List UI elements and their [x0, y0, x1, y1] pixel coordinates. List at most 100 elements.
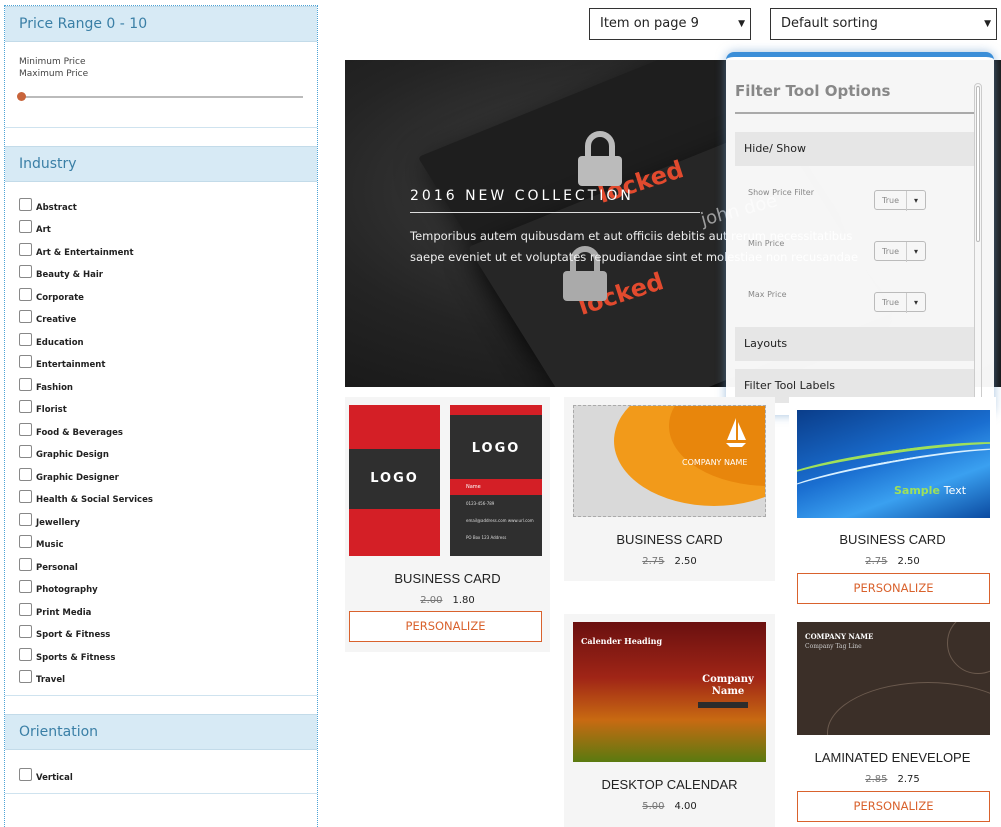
industry-option[interactable]: Food & Beverages — [19, 415, 303, 438]
checkbox[interactable] — [19, 467, 32, 481]
product-card[interactable]: Calender Heading Company Name DESKTOP CAL… — [564, 614, 775, 827]
industry-option[interactable]: Fashion — [19, 370, 303, 393]
product-name[interactable]: BUSINESS CARD — [564, 532, 775, 547]
orientation-option[interactable]: Vertical — [19, 760, 303, 783]
industry-option[interactable]: Beauty & Hair — [19, 258, 303, 280]
checkbox[interactable] — [19, 242, 32, 256]
filter-panel-scrollbar[interactable] — [974, 83, 982, 403]
show-price-filter-select[interactable]: True ▾ — [874, 190, 926, 211]
checkbox[interactable] — [19, 580, 32, 593]
filter-panel-divider — [735, 112, 974, 114]
personalize-button[interactable]: PERSONALIZE — [797, 791, 990, 822]
checkbox[interactable] — [19, 197, 32, 211]
checkbox[interactable] — [19, 602, 32, 616]
checkbox[interactable] — [19, 625, 32, 638]
product-price: 2.85 2.75 — [789, 774, 996, 785]
sailboat-icon — [726, 418, 746, 447]
personalize-button[interactable]: PERSONALIZE — [797, 573, 990, 604]
product-name[interactable]: BUSINESS CARD — [789, 532, 996, 547]
checkbox[interactable] — [19, 557, 32, 571]
filter-tool-options-panel: Filter Tool Options Hide/ Show Show Pric… — [726, 52, 994, 415]
orientation-title: Orientation — [5, 714, 317, 750]
checkbox[interactable] — [19, 422, 32, 436]
checkbox[interactable] — [19, 670, 32, 683]
product-price: 2.00 1.80 — [345, 595, 550, 606]
price-slider[interactable] — [17, 92, 303, 102]
industry-option[interactable]: Education — [19, 325, 303, 348]
industry-option[interactable]: Creative — [19, 303, 303, 325]
old-price: 2.75 — [642, 556, 665, 567]
product-thumbnail[interactable]: Calender Heading Company Name — [573, 622, 766, 762]
min-price-label: Min Price — [748, 239, 785, 248]
product-thumbnail[interactable]: LOGO Name 0123-456-789 email@address.com… — [450, 405, 542, 556]
calendar-heading: Calender Heading — [581, 636, 663, 646]
checkbox[interactable] — [19, 490, 32, 503]
product-thumbnail[interactable]: COMPANY NAME — [573, 405, 766, 517]
sorting-select[interactable]: Default sorting ▼ — [770, 8, 997, 40]
maximum-price-label: Maximum Price — [19, 69, 89, 79]
industry-option[interactable]: Art — [19, 213, 303, 235]
checkbox[interactable] — [19, 377, 32, 391]
checkbox[interactable] — [19, 355, 32, 368]
product-name[interactable]: DESKTOP CALENDAR — [564, 777, 775, 792]
old-price: 2.85 — [865, 774, 888, 785]
product-price: 2.75 2.50 — [789, 556, 996, 567]
checkbox[interactable] — [19, 287, 32, 301]
industry-option[interactable]: Music — [19, 528, 303, 550]
industry-option[interactable]: Graphic Design — [19, 438, 303, 460]
items-per-page-select[interactable]: Item on page 9 ▼ — [589, 8, 751, 40]
checkbox[interactable] — [19, 535, 32, 548]
industry-option[interactable]: Art & Entertainment — [19, 235, 303, 258]
industry-option[interactable]: Health & Social Services — [19, 483, 303, 505]
checkbox[interactable] — [19, 512, 32, 526]
checkbox[interactable] — [19, 445, 32, 458]
checkbox[interactable] — [19, 767, 32, 781]
product-name[interactable]: BUSINESS CARD — [345, 571, 550, 586]
product-card[interactable]: LOGO LOGO Name 0123-456-789 email@addres… — [345, 397, 550, 652]
industry-option[interactable]: Abstract — [19, 190, 303, 213]
product-price: 2.75 2.50 — [564, 556, 775, 567]
product-thumbnail[interactable]: COMPANY NAME Company Tag Line — [797, 622, 990, 735]
max-price-select[interactable]: True ▾ — [874, 292, 926, 313]
hide-show-section[interactable]: Hide/ Show — [735, 132, 974, 166]
scrollbar-thumb[interactable] — [976, 86, 980, 242]
industry-option[interactable]: Sports & Fitness — [19, 640, 303, 663]
personalize-button[interactable]: PERSONALIZE — [349, 611, 542, 642]
product-card[interactable]: Sample Text BUSINESS CARD 2.75 2.50 PERSO… — [789, 397, 996, 609]
checkbox[interactable] — [19, 400, 32, 413]
card-name: Name — [450, 479, 542, 495]
product-card[interactable]: COMPANY NAME Company Tag Line LAMINATED … — [789, 614, 996, 827]
logo-text: LOGO — [471, 441, 521, 456]
calendar-company: Company Name — [702, 674, 754, 697]
industry-option[interactable]: Photography — [19, 573, 303, 595]
checkbox[interactable] — [19, 332, 32, 346]
product-card[interactable]: COMPANY NAME BUSINESS CARD 2.75 2.50 — [564, 397, 775, 581]
old-price: 2.00 — [420, 595, 443, 606]
industry-option[interactable]: Jewellery — [19, 505, 303, 528]
price-slider-track — [19, 96, 303, 98]
industry-option[interactable]: Sport & Fitness — [19, 618, 303, 640]
old-price: 2.75 — [865, 556, 888, 567]
industry-option[interactable]: Florist — [19, 393, 303, 415]
checkbox[interactable] — [19, 310, 32, 323]
caret-down-icon: ▾ — [906, 191, 925, 211]
current-price: 2.50 — [897, 556, 920, 567]
product-price: 5.00 4.00 — [564, 801, 775, 812]
checkbox[interactable] — [19, 220, 32, 233]
industry-option[interactable]: Print Media — [19, 595, 303, 618]
price-slider-handle[interactable] — [17, 92, 26, 101]
company-name-text: COMPANY NAME — [682, 458, 748, 467]
filter-sidebar: Price Range 0 - 10 Minimum Price Maximum… — [4, 5, 318, 827]
industry-option[interactable]: Entertainment — [19, 348, 303, 370]
industry-option[interactable]: Travel — [19, 663, 303, 685]
industry-option[interactable]: Graphic Designer — [19, 460, 303, 483]
product-thumbnail[interactable]: LOGO — [349, 405, 440, 556]
min-price-select[interactable]: True ▾ — [874, 241, 926, 262]
layouts-section[interactable]: Layouts — [735, 327, 974, 361]
industry-option[interactable]: Corporate — [19, 280, 303, 303]
checkbox[interactable] — [19, 265, 32, 278]
product-name[interactable]: LAMINATED ENEVELOPE — [789, 750, 996, 765]
checkbox[interactable] — [19, 647, 32, 661]
product-thumbnail[interactable]: Sample Text — [797, 410, 990, 518]
industry-option[interactable]: Personal — [19, 550, 303, 573]
